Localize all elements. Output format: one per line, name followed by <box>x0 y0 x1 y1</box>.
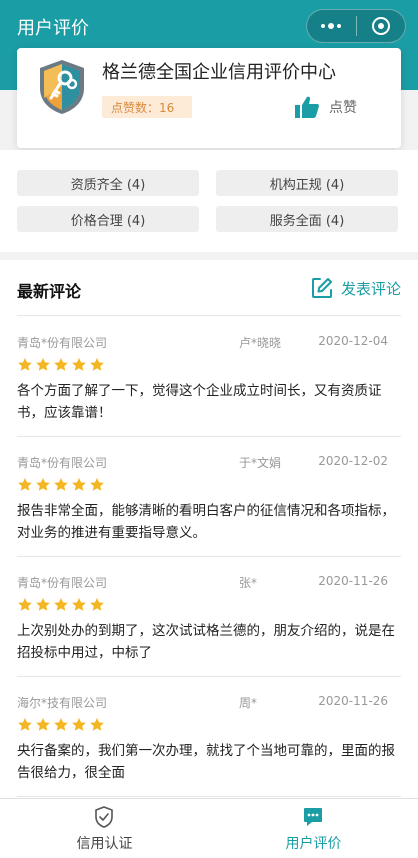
star-icon <box>72 478 86 491</box>
org-name: 格兰德全国企业信用评价中心 <box>102 62 336 83</box>
star-icon <box>18 478 32 491</box>
star-icon <box>54 718 68 731</box>
post-review-button[interactable]: 发表评论 <box>311 277 401 299</box>
review-date: 2020-12-02 <box>318 454 388 468</box>
tab-credit-certification[interactable]: 信用认证 <box>0 799 209 858</box>
tab-user-reviews[interactable]: 用户评价 <box>209 799 418 858</box>
more-dots-icon <box>321 23 342 29</box>
review-content: 央行备案的，我们第一次办理，就找了个当地可靠的，里面的报告很给力，很全面 <box>17 743 395 781</box>
review-item: 青岛*份有限公司 张* 2020-11-26 上次别处办的到期了，这次试试格兰德… <box>17 557 401 677</box>
review-company: 青岛*份有限公司 <box>17 576 108 590</box>
review-user: 于*文娟 <box>239 456 282 470</box>
reviews-title: 最新评论 <box>17 282 82 301</box>
target-circle-icon <box>371 17 390 35</box>
reviews-section: 最新评论 发表评论 青岛*份有限公司 卢*晓晓 2020-12-04 各个方面了… <box>0 260 418 798</box>
page-title: 用户评价 <box>17 18 89 39</box>
star-icon <box>54 358 68 371</box>
more-button[interactable] <box>307 10 356 42</box>
tag-comprehensive-service[interactable]: 服务全面 (4) <box>216 206 398 232</box>
star-icon <box>54 598 68 611</box>
like-button-label: 点赞 <box>329 100 357 116</box>
org-logo-shield-icon <box>40 60 84 114</box>
star-icon <box>18 718 32 731</box>
star-icon <box>90 598 104 611</box>
star-icon <box>72 718 86 731</box>
star-icon <box>72 358 86 371</box>
edit-icon <box>311 278 332 298</box>
star-icon <box>72 598 86 611</box>
review-date: 2020-11-26 <box>318 694 388 708</box>
star-icon <box>36 718 50 731</box>
org-card: 格兰德全国企业信用评价中心 点赞数：16 点赞 <box>17 48 401 148</box>
star-icon <box>36 358 50 371</box>
review-item: 青岛*份有限公司 卢*晓晓 2020-12-04 各个方面了解了一下，觉得这个企… <box>17 317 401 437</box>
thumbs-up-icon <box>295 96 319 118</box>
star-icon <box>36 598 50 611</box>
star-icon <box>90 358 104 371</box>
review-company: 海尔*技有限公司 <box>17 696 108 710</box>
review-company: 青岛*份有限公司 <box>17 456 108 470</box>
review-content: 各个方面了解了一下，觉得这个企业成立时间长，又有资质证书，应该靠谱！ <box>17 383 382 421</box>
tag-legit-institution[interactable]: 机构正规 (4) <box>216 170 398 196</box>
mini-program-capsule <box>306 9 406 43</box>
review-date: 2020-12-04 <box>318 334 388 348</box>
likes-count-badge: 点赞数：16 <box>102 96 192 118</box>
star-icon <box>36 478 50 491</box>
reviews-header: 最新评论 发表评论 <box>17 260 401 316</box>
star-icon <box>90 718 104 731</box>
review-user: 周* <box>239 696 258 710</box>
shield-check-icon <box>95 806 113 828</box>
review-content: 上次别处办的到期了，这次试试格兰德的，朋友介绍的，说是在招投标中用过，中标了 <box>17 623 395 661</box>
review-rating <box>17 597 105 613</box>
review-item: 海尔*技有限公司 周* 2020-11-26 央行备案的，我们第一次办理，就找了… <box>17 677 401 797</box>
bottom-tab-bar: 信用认证 用户评价 <box>0 798 418 858</box>
review-item: 青岛*份有限公司 于*文娟 2020-12-02 报告非常全面，能够清晰的看明白… <box>17 437 401 557</box>
review-rating <box>17 357 105 373</box>
chat-bubble-icon <box>304 808 322 826</box>
star-icon <box>18 598 32 611</box>
review-user: 张* <box>239 576 258 590</box>
review-company: 青岛*份有限公司 <box>17 336 108 350</box>
tab-label: 用户评价 <box>285 836 342 852</box>
tag-qualification[interactable]: 资质齐全 (4) <box>17 170 199 196</box>
tab-label: 信用认证 <box>76 836 133 852</box>
review-user: 卢*晓晓 <box>239 336 282 350</box>
review-rating <box>17 717 105 733</box>
review-content: 报告非常全面，能够清晰的看明白客户的征信情况和各项指标，对业务的推进有重要指导意… <box>17 503 395 541</box>
star-icon <box>54 478 68 491</box>
tag-grid: 资质齐全 (4) 机构正规 (4) 价格合理 (4) 服务全面 (4) <box>0 150 418 252</box>
close-mini-program-button[interactable] <box>357 10 406 42</box>
review-rating <box>17 477 105 493</box>
star-icon <box>90 478 104 491</box>
like-button[interactable]: 点赞 <box>295 96 357 118</box>
review-date: 2020-11-26 <box>318 574 388 588</box>
star-icon <box>18 358 32 371</box>
post-review-label: 发表评论 <box>340 279 401 298</box>
tag-reasonable-price[interactable]: 价格合理 (4) <box>17 206 199 232</box>
